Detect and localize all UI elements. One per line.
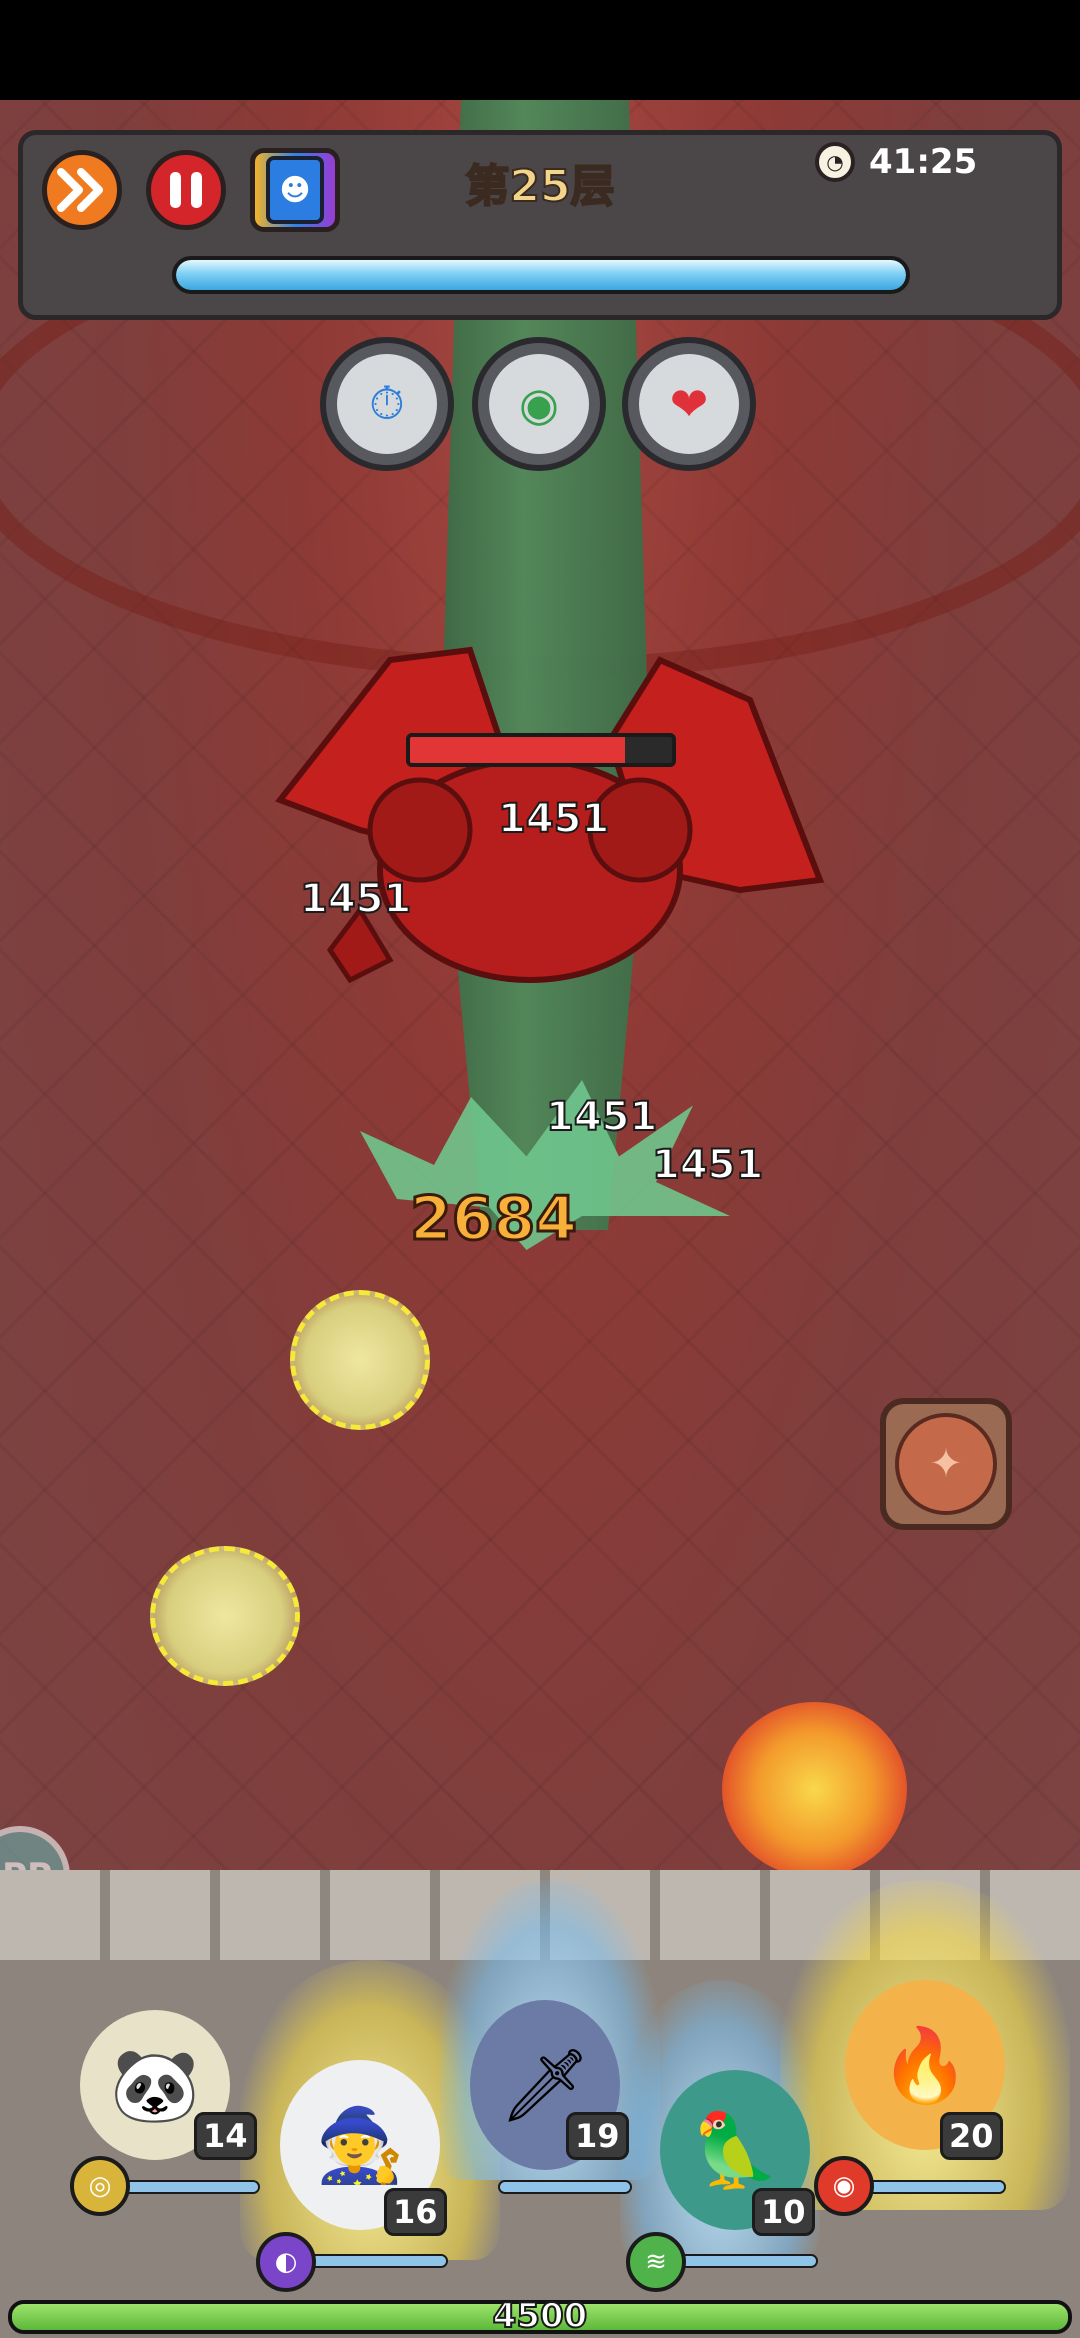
green-figure-icon: ◉	[489, 354, 589, 454]
timer-value: 41:25	[869, 142, 978, 182]
hero-level-badge: 20	[940, 2112, 1003, 2160]
hero-energy-bar	[118, 2180, 260, 2194]
dragon-head-left	[367, 777, 473, 883]
critical-damage-number: 2684	[409, 1183, 579, 1256]
battle-timer: ◔ 41:25	[815, 140, 977, 184]
pause-button[interactable]	[146, 150, 226, 230]
lightning-orb	[150, 1546, 300, 1686]
fast-forward-button[interactable]	[42, 150, 122, 230]
time-slow-skill-button[interactable]: ⏱	[320, 337, 454, 471]
pause-icon	[170, 172, 202, 208]
card-deck-button[interactable]: ☻	[250, 148, 340, 232]
hero-level-badge: 16	[384, 2188, 447, 2236]
phoenix-ability-button[interactable]: ✦	[880, 1398, 1012, 1530]
wave-progress-fill	[176, 260, 906, 290]
damage-number: 1451	[497, 795, 610, 843]
fast-forward-icon	[57, 168, 103, 212]
hero-energy-fill	[678, 2256, 816, 2266]
hero-energy-fill	[308, 2256, 446, 2266]
hero-level-badge: 10	[752, 2188, 815, 2236]
phoenix-icon: ✦	[895, 1413, 997, 1515]
damage-number: 1451	[651, 1141, 764, 1189]
hero-skill-icon[interactable]: ◎	[70, 2156, 130, 2216]
damage-number: 1451	[545, 1093, 658, 1141]
damage-number: 1451	[299, 875, 412, 923]
hero-energy-bar	[864, 2180, 1006, 2194]
hero-energy-bar	[498, 2180, 632, 2194]
clock-icon: ◔	[815, 142, 855, 182]
heart-plus-icon: ❤	[639, 354, 739, 454]
clock-down-icon: ⏱	[337, 354, 437, 454]
hero-energy-fill	[120, 2182, 258, 2192]
hero-skill-icon[interactable]: ≋	[626, 2232, 686, 2292]
hero-energy-fill	[500, 2182, 630, 2192]
heal-skill-button[interactable]: ❤	[622, 337, 756, 471]
hero-level-badge: 14	[194, 2112, 257, 2160]
wave-progress-bar	[172, 256, 910, 294]
lightning-orb	[290, 1290, 430, 1430]
base-health-value: 4500	[492, 2295, 589, 2337]
enemy-health-fill	[410, 737, 625, 763]
floor-label: 第25层	[464, 160, 615, 213]
summon-skill-button[interactable]: ◉	[472, 337, 606, 471]
hero-skill-icon[interactable]: ◉	[814, 2156, 874, 2216]
hero-skill-icon[interactable]: ◐	[256, 2232, 316, 2292]
fireball	[722, 1702, 907, 1877]
hero-level-badge: 19	[566, 2112, 629, 2160]
hero-energy-bar	[306, 2254, 448, 2268]
card-deck-icon: ☻	[266, 156, 324, 224]
enemy-health-bar	[406, 733, 676, 767]
hero-energy-bar	[676, 2254, 818, 2268]
hero-energy-fill	[866, 2182, 1004, 2192]
